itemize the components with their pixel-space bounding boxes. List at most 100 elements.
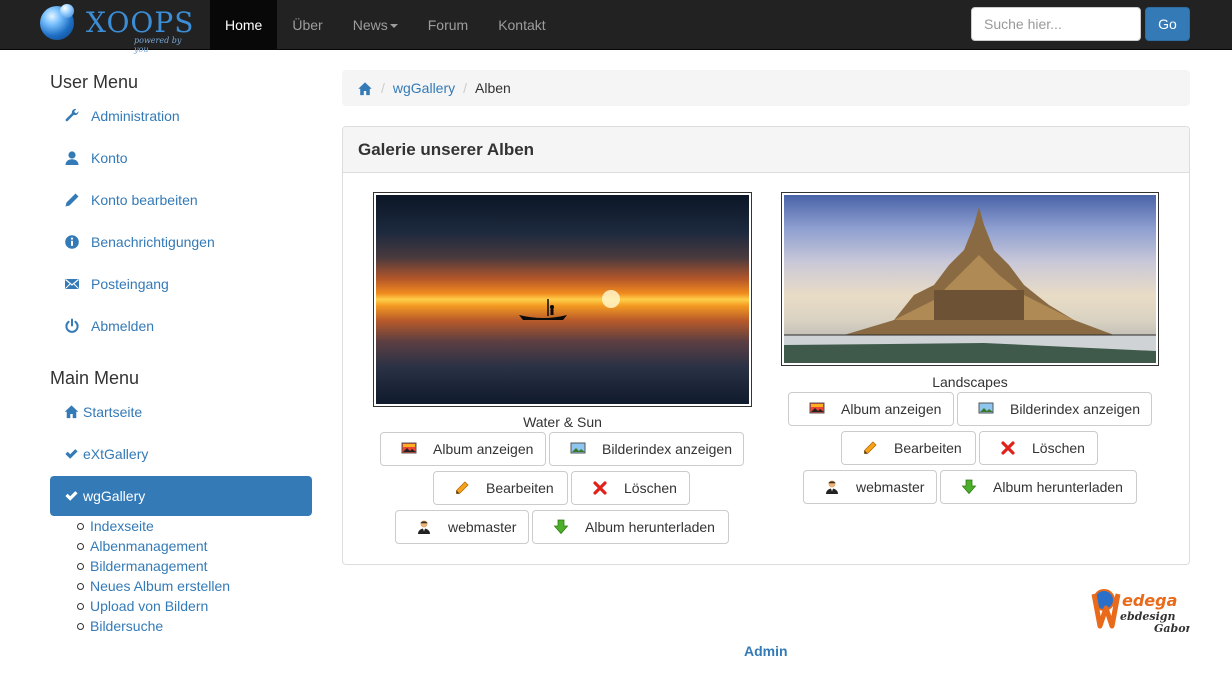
albums-panel: Galerie unserer Alben Water & Sun Album …: [342, 126, 1190, 565]
top-navbar: XOOPS powered by you Home Über News Foru…: [0, 0, 1232, 54]
album-show-button[interactable]: Album anzeigen: [788, 392, 954, 426]
envelope-icon: [64, 276, 80, 292]
menu-item-label: Abmelden: [91, 318, 155, 334]
nav-kontakt[interactable]: Kontakt: [483, 0, 560, 50]
caret-down-icon: [389, 24, 398, 29]
button-label: Bilderindex anzeigen: [1010, 401, 1140, 417]
album-show-button[interactable]: Album anzeigen: [380, 432, 546, 466]
wedega-logo[interactable]: edega ebdesign Gabor: [1090, 586, 1193, 638]
nav-news[interactable]: News: [338, 0, 413, 50]
landscape-image-icon: [570, 441, 588, 457]
button-label: Album herunterladen: [993, 479, 1123, 495]
delete-x-icon: [1000, 440, 1018, 456]
menu-item-abmelden[interactable]: Abmelden: [50, 306, 312, 346]
nav-news-label: News: [352, 17, 388, 33]
button-label: Bilderindex anzeigen: [602, 441, 732, 457]
button-label: Löschen: [1032, 440, 1085, 456]
album-name: Water & Sun: [523, 414, 602, 430]
home-icon[interactable]: [357, 81, 373, 96]
album-image-icon: [809, 401, 827, 417]
button-label: Bearbeiten: [486, 480, 554, 496]
wggallery-submenu: Indexseite Albenmanagement Bildermanagem…: [76, 517, 230, 637]
button-label: webmaster: [856, 479, 925, 495]
submenu-bildermanagement[interactable]: Bildermanagement: [76, 557, 230, 577]
submenu-upload[interactable]: Upload von Bildern: [76, 597, 230, 617]
album-delete-button[interactable]: Löschen: [979, 431, 1098, 465]
brand-tagline: powered by you: [134, 36, 182, 54]
menu-item-konto[interactable]: Konto: [50, 138, 312, 178]
menu-item-konto-bearbeiten[interactable]: Konto bearbeiten: [50, 180, 312, 220]
menu-item-label: eXtGallery: [83, 446, 149, 462]
button-label: Löschen: [624, 480, 677, 496]
search-button[interactable]: Go: [1145, 7, 1190, 41]
menu-item-extgallery[interactable]: eXtGallery: [50, 434, 312, 474]
album-name: Landscapes: [932, 374, 1008, 390]
brand-name: XOOPS: [86, 6, 195, 39]
menu-item-startseite[interactable]: Startseite: [50, 392, 312, 432]
menu-item-label: Startseite: [83, 404, 143, 420]
pencil-icon: [454, 480, 472, 496]
menu-item-label: Konto: [91, 150, 128, 166]
main-nav: Home Über News Forum Kontakt: [210, 0, 561, 50]
check-icon: [64, 488, 79, 504]
breadcrumb-separator: /: [463, 80, 468, 96]
album-download-button[interactable]: Album herunterladen: [940, 470, 1137, 504]
menu-item-label: wgGallery: [83, 488, 146, 504]
svg-text:edega: edega: [1122, 591, 1177, 610]
album-thumbnail-landscapes[interactable]: [781, 192, 1159, 366]
user-icon: [64, 150, 80, 166]
pencil-icon: [862, 440, 880, 456]
user-avatar-icon: [416, 519, 434, 535]
album-index-button[interactable]: Bilderindex anzeigen: [549, 432, 744, 466]
menu-item-wggallery[interactable]: wgGallery: [50, 476, 312, 516]
album-edit-button[interactable]: Bearbeiten: [841, 431, 976, 465]
album-download-button[interactable]: Album herunterladen: [532, 510, 729, 544]
submenu-albenmanagement[interactable]: Albenmanagement: [76, 537, 230, 557]
nav-forum[interactable]: Forum: [413, 0, 483, 50]
menu-item-benachrichtigungen[interactable]: Benachrichtigungen: [50, 222, 312, 262]
menu-item-label: Konto bearbeiten: [91, 192, 198, 208]
user-menu-heading: User Menu: [50, 72, 139, 92]
search-input[interactable]: [971, 7, 1141, 41]
info-icon: [64, 234, 80, 250]
download-arrow-icon: [553, 519, 571, 535]
logo-small-orb-icon: [60, 4, 74, 18]
delete-x-icon: [592, 480, 610, 496]
menu-item-label: Benachrichtigungen: [91, 234, 215, 250]
nav-home[interactable]: Home: [210, 0, 278, 50]
album-owner-button[interactable]: webmaster: [395, 510, 529, 544]
admin-link[interactable]: Admin: [744, 643, 788, 659]
panel-title: Galerie unserer Alben: [343, 127, 1189, 173]
home-icon: [64, 404, 79, 420]
main-menu-heading: Main Menu: [50, 368, 140, 388]
landscape-image-icon: [978, 401, 996, 417]
menu-item-administration[interactable]: Administration: [50, 96, 312, 136]
album-index-button[interactable]: Bilderindex anzeigen: [957, 392, 1152, 426]
nav-ueber[interactable]: Über: [277, 0, 337, 50]
boat-silhouette-icon: [519, 290, 620, 320]
wrench-icon: [64, 108, 80, 124]
menu-item-label: Administration: [91, 108, 180, 124]
download-arrow-icon: [961, 479, 979, 495]
album-delete-button[interactable]: Löschen: [571, 471, 690, 505]
button-label: Album anzeigen: [433, 441, 534, 457]
castle-island-image: [784, 207, 1156, 363]
album-owner-button[interactable]: webmaster: [803, 470, 937, 504]
breadcrumb: / wgGallery / Alben: [342, 70, 1190, 106]
breadcrumb-current: Alben: [475, 80, 511, 96]
power-icon: [64, 318, 80, 334]
button-label: Album herunterladen: [585, 519, 715, 535]
submenu-bildersuche[interactable]: Bildersuche: [76, 617, 230, 637]
breadcrumb-module-link[interactable]: wgGallery: [393, 80, 455, 96]
xoops-logo[interactable]: XOOPS powered by you: [38, 4, 198, 54]
album-thumbnail-water-sun[interactable]: [373, 192, 752, 407]
menu-item-posteingang[interactable]: Posteingang: [50, 264, 312, 304]
check-icon: [64, 446, 79, 462]
album-edit-button[interactable]: Bearbeiten: [433, 471, 568, 505]
submenu-neues-album[interactable]: Neues Album erstellen: [76, 577, 230, 597]
user-avatar-icon: [824, 479, 842, 495]
album-image-icon: [401, 441, 419, 457]
pencil-icon: [64, 192, 80, 208]
submenu-indexseite[interactable]: Indexseite: [76, 517, 230, 537]
breadcrumb-separator: /: [381, 80, 385, 96]
